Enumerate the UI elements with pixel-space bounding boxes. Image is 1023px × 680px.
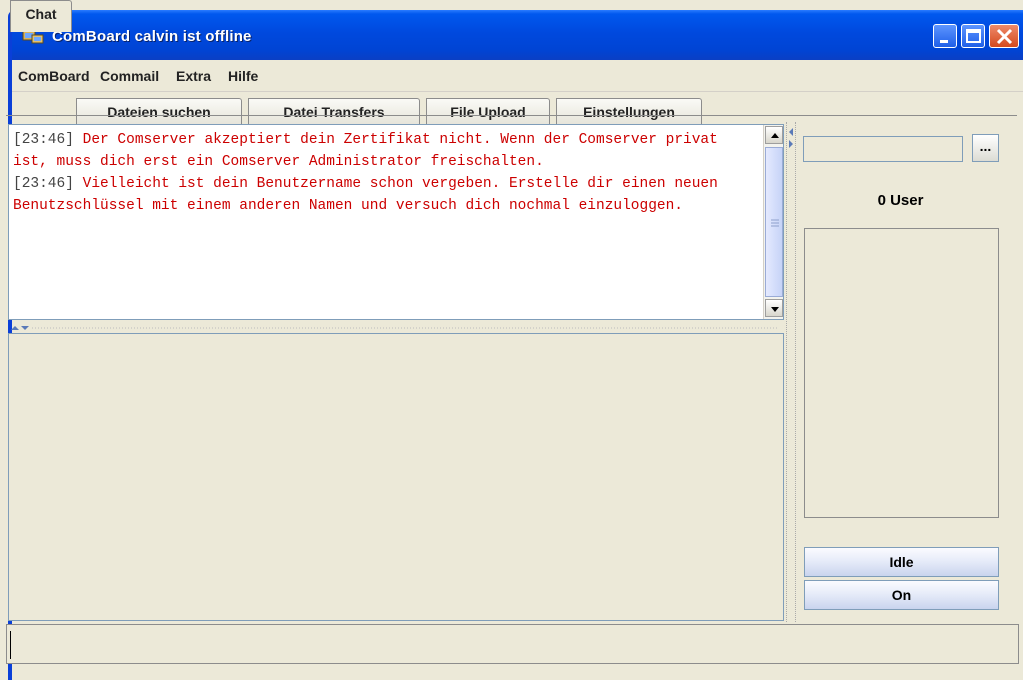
- message-text: Der Comserver akzeptiert dein Zertifikat…: [13, 132, 718, 170]
- tab-einstellungen[interactable]: Einstellungen: [556, 98, 702, 126]
- minimize-icon: [940, 40, 948, 43]
- user-list[interactable]: [804, 228, 999, 518]
- chat-messages: [23:46] Der Comserver akzeptiert dein Ze…: [13, 129, 753, 217]
- arrow-down-icon: [771, 307, 779, 312]
- chat-message: [23:46] Der Comserver akzeptiert dein Ze…: [13, 129, 753, 173]
- scroll-down-button[interactable]: [765, 299, 783, 317]
- arrow-up-icon: [771, 133, 779, 138]
- splitter-arrows-icon: [789, 128, 793, 148]
- splitter-arrows-icon: [11, 326, 778, 330]
- message-timestamp: [23:46]: [13, 176, 74, 192]
- chat-history[interactable]: [23:46] Der Comserver akzeptiert dein Ze…: [8, 124, 784, 320]
- message-text: Vielleicht ist dein Benutzername schon v…: [13, 176, 718, 214]
- menu-bar: ComBoard Commail Extra Hilfe: [12, 60, 1023, 92]
- title-bar[interactable]: ComBoard calvin ist offline: [12, 10, 1023, 60]
- user-count: 0 User: [877, 192, 924, 209]
- tab-dateien-suchen[interactable]: Dateien suchen: [76, 98, 242, 126]
- tab-file-upload[interactable]: File Upload: [426, 98, 550, 126]
- message-input[interactable]: [8, 333, 784, 621]
- scroll-up-button[interactable]: [765, 126, 783, 144]
- vertical-splitter[interactable]: [786, 122, 796, 622]
- tab-datei-transfers[interactable]: Datei Transfers: [248, 98, 420, 126]
- tab-chat[interactable]: Chat: [10, 0, 72, 32]
- server-field[interactable]: [803, 136, 963, 162]
- minimize-button[interactable]: [933, 24, 957, 48]
- horizontal-splitter[interactable]: [8, 321, 784, 331]
- browse-button[interactable]: ...: [972, 134, 999, 162]
- menu-commail[interactable]: Commail: [100, 68, 159, 84]
- maximize-icon: [966, 29, 981, 43]
- scroll-thumb[interactable]: [765, 147, 783, 297]
- close-icon: [996, 28, 1013, 45]
- text-cursor: [10, 631, 11, 659]
- close-button[interactable]: [989, 24, 1019, 48]
- idle-button[interactable]: Idle: [804, 547, 999, 577]
- chat-message: [23:46] Vielleicht ist dein Benutzername…: [13, 173, 753, 217]
- window-title: ComBoard calvin ist offline: [52, 28, 252, 45]
- command-input[interactable]: [6, 624, 1019, 664]
- menu-hilfe[interactable]: Hilfe: [228, 68, 258, 84]
- grip-icon: [771, 219, 779, 227]
- chat-scrollbar[interactable]: [763, 125, 783, 319]
- on-button[interactable]: On: [804, 580, 999, 610]
- menu-comboard[interactable]: ComBoard: [18, 68, 90, 84]
- menu-extra[interactable]: Extra: [176, 68, 211, 84]
- tab-panel-border: [6, 115, 1017, 116]
- maximize-button[interactable]: [961, 24, 985, 48]
- message-timestamp: [23:46]: [13, 132, 74, 148]
